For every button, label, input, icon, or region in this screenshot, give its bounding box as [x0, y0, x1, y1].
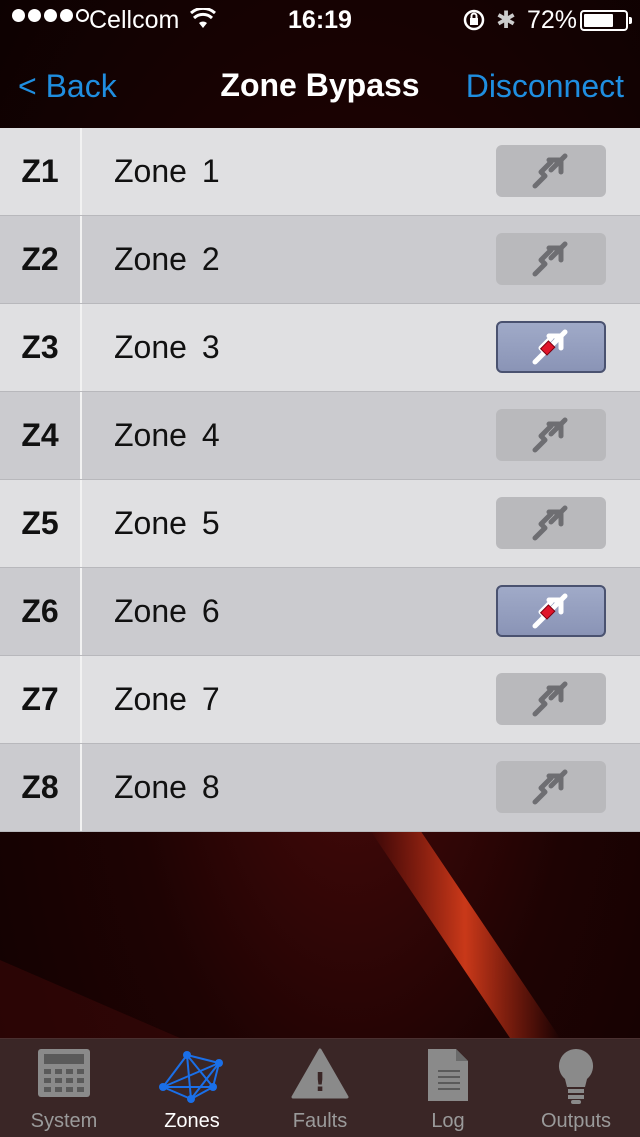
bypass-toggle-button[interactable]	[496, 673, 606, 725]
bypass-active-icon	[532, 593, 568, 629]
calculator-icon	[38, 1049, 90, 1097]
zone-code: Z8	[0, 744, 82, 831]
zone-row: Z6 Zone 6	[0, 568, 640, 656]
zone-row: Z8 Zone 8	[0, 744, 640, 832]
tab-label: Outputs	[540, 1110, 612, 1132]
bypass-icon	[532, 241, 568, 277]
zone-name: Zone 7	[114, 681, 220, 717]
bypass-toggle-button[interactable]	[496, 497, 606, 549]
bypass-icon	[532, 153, 568, 189]
bypass-toggle-button[interactable]	[496, 233, 606, 285]
bypass-icon	[532, 505, 568, 541]
zone-code: Z2	[0, 216, 82, 303]
tab-system[interactable]: System	[0, 1039, 128, 1137]
navigation-bar: < Back Zone Bypass Disconnect	[0, 40, 640, 128]
bypass-icon	[532, 681, 568, 717]
zone-code: Z5	[0, 480, 82, 567]
warning-icon: !	[291, 1048, 349, 1099]
tab-label: Zones	[164, 1110, 220, 1132]
tab-label: Log	[431, 1110, 465, 1132]
battery-icon	[580, 10, 632, 31]
bypass-toggle-button[interactable]	[496, 409, 606, 461]
zone-code: Z7	[0, 656, 82, 743]
bypass-icon	[532, 769, 568, 805]
svg-text:!: !	[314, 1068, 326, 1098]
bypass-toggle-button[interactable]	[496, 585, 606, 637]
zone-row: Z4 Zone 4	[0, 392, 640, 480]
tab-zones[interactable]: Zones	[128, 1039, 256, 1137]
rotation-lock-icon	[463, 9, 485, 31]
bypass-active-icon	[532, 329, 568, 365]
zone-code: Z6	[0, 568, 82, 655]
zone-code: Z4	[0, 392, 82, 479]
document-icon	[428, 1049, 468, 1101]
tab-label: System	[30, 1110, 98, 1132]
zone-code: Z1	[0, 128, 82, 215]
status-bar: Cellcom 16:19 ✱ 72%	[0, 0, 640, 40]
bypass-icon	[532, 417, 568, 453]
bluetooth-icon: ✱	[496, 7, 517, 34]
tab-outputs[interactable]: Outputs	[512, 1039, 640, 1137]
zone-name: Zone 5	[114, 505, 220, 541]
zone-row: Z3 Zone 3	[0, 304, 640, 392]
zone-name: Zone 6	[114, 593, 220, 629]
tab-bar: System Zones ! Faults Log Outputs	[0, 1038, 640, 1137]
zone-name: Zone 1	[114, 153, 220, 189]
battery-percent: 72%	[527, 6, 578, 34]
network-icon	[159, 1051, 223, 1103]
disconnect-button[interactable]: Disconnect	[466, 68, 624, 105]
tab-label: Faults	[292, 1110, 348, 1132]
bypass-toggle-button[interactable]	[496, 321, 606, 373]
zone-name: Zone 2	[114, 241, 220, 277]
lightbulb-icon	[558, 1048, 594, 1104]
back-button[interactable]: < Back	[18, 68, 117, 105]
zone-row: Z1 Zone 1	[0, 128, 640, 216]
tab-log[interactable]: Log	[384, 1039, 512, 1137]
zone-list: Z1 Zone 1 Z2 Zone 2 Z3 Zone 3 Z4 Zone 4 …	[0, 128, 640, 832]
bypass-toggle-button[interactable]	[496, 145, 606, 197]
zone-name: Zone 4	[114, 417, 220, 453]
zone-row: Z2 Zone 2	[0, 216, 640, 304]
bypass-toggle-button[interactable]	[496, 761, 606, 813]
zone-code: Z3	[0, 304, 82, 391]
zone-name: Zone 8	[114, 769, 220, 805]
zone-row: Z5 Zone 5	[0, 480, 640, 568]
tab-faults[interactable]: ! Faults	[256, 1039, 384, 1137]
zone-name: Zone 3	[114, 329, 220, 365]
zone-row: Z7 Zone 7	[0, 656, 640, 744]
